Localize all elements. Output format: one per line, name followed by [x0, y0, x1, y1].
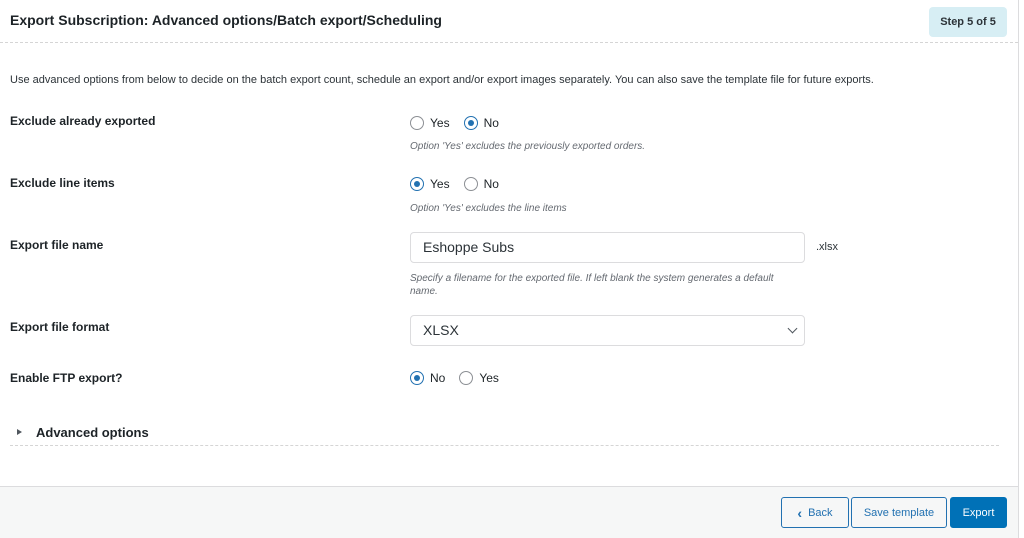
ftp-radios: No Yes	[410, 371, 507, 385]
advanced-options-toggle[interactable]: Advanced options	[10, 424, 999, 446]
caret-right-icon	[17, 429, 22, 435]
radio-button[interactable]	[459, 371, 474, 385]
exclude-exported-radios: Yes No	[410, 116, 507, 130]
file-extension: .xlsx	[816, 241, 838, 253]
file-format-select[interactable]: XLSX	[410, 315, 805, 346]
file-format-label: Export file format	[10, 320, 110, 334]
radio-button[interactable]	[410, 371, 424, 385]
ftp-no[interactable]: No	[410, 371, 445, 385]
exclude-exported-yes[interactable]: Yes	[410, 116, 450, 130]
footer: ‹ Back Save template Export	[0, 486, 1018, 538]
chevron-down-icon	[787, 323, 798, 334]
chevron-left-icon: ‹	[797, 504, 803, 521]
exclude-line-items-yes[interactable]: Yes	[410, 177, 450, 191]
file-name-input[interactable]: Eshoppe Subs	[410, 232, 805, 263]
ftp-label: Enable FTP export?	[10, 371, 123, 385]
exclude-exported-label: Exclude already exported	[10, 114, 156, 128]
exclude-line-items-help: Option 'Yes' excludes the line items	[410, 203, 567, 214]
file-name-help: Specify a filename for the exported file…	[410, 273, 774, 297]
exclude-line-items-label: Exclude line items	[10, 176, 115, 190]
radio-button[interactable]	[410, 177, 424, 191]
export-button[interactable]: Export	[950, 497, 1007, 528]
radio-button[interactable]	[463, 116, 478, 130]
save-template-button[interactable]: Save template	[851, 497, 947, 528]
exclude-line-items-no[interactable]: No	[463, 177, 499, 191]
step-badge: Step 5 of 5	[929, 7, 1007, 37]
file-name-label: Export file name	[10, 238, 104, 252]
exclude-exported-no[interactable]: No	[463, 116, 499, 130]
exclude-line-items-radios: Yes No	[410, 177, 507, 191]
page-title: Export Subscription: Advanced options/Ba…	[10, 12, 442, 28]
radio-button[interactable]	[410, 116, 424, 130]
exclude-exported-help: Option 'Yes' excludes the previously exp…	[410, 141, 646, 152]
ftp-yes[interactable]: Yes	[459, 371, 499, 385]
back-button[interactable]: ‹ Back	[781, 497, 849, 528]
panel-header: Export Subscription: Advanced options/Ba…	[0, 0, 1018, 43]
intro-text: Use advanced options from below to decid…	[10, 74, 874, 86]
export-panel: Export Subscription: Advanced options/Ba…	[0, 0, 1019, 538]
radio-button[interactable]	[463, 177, 478, 191]
